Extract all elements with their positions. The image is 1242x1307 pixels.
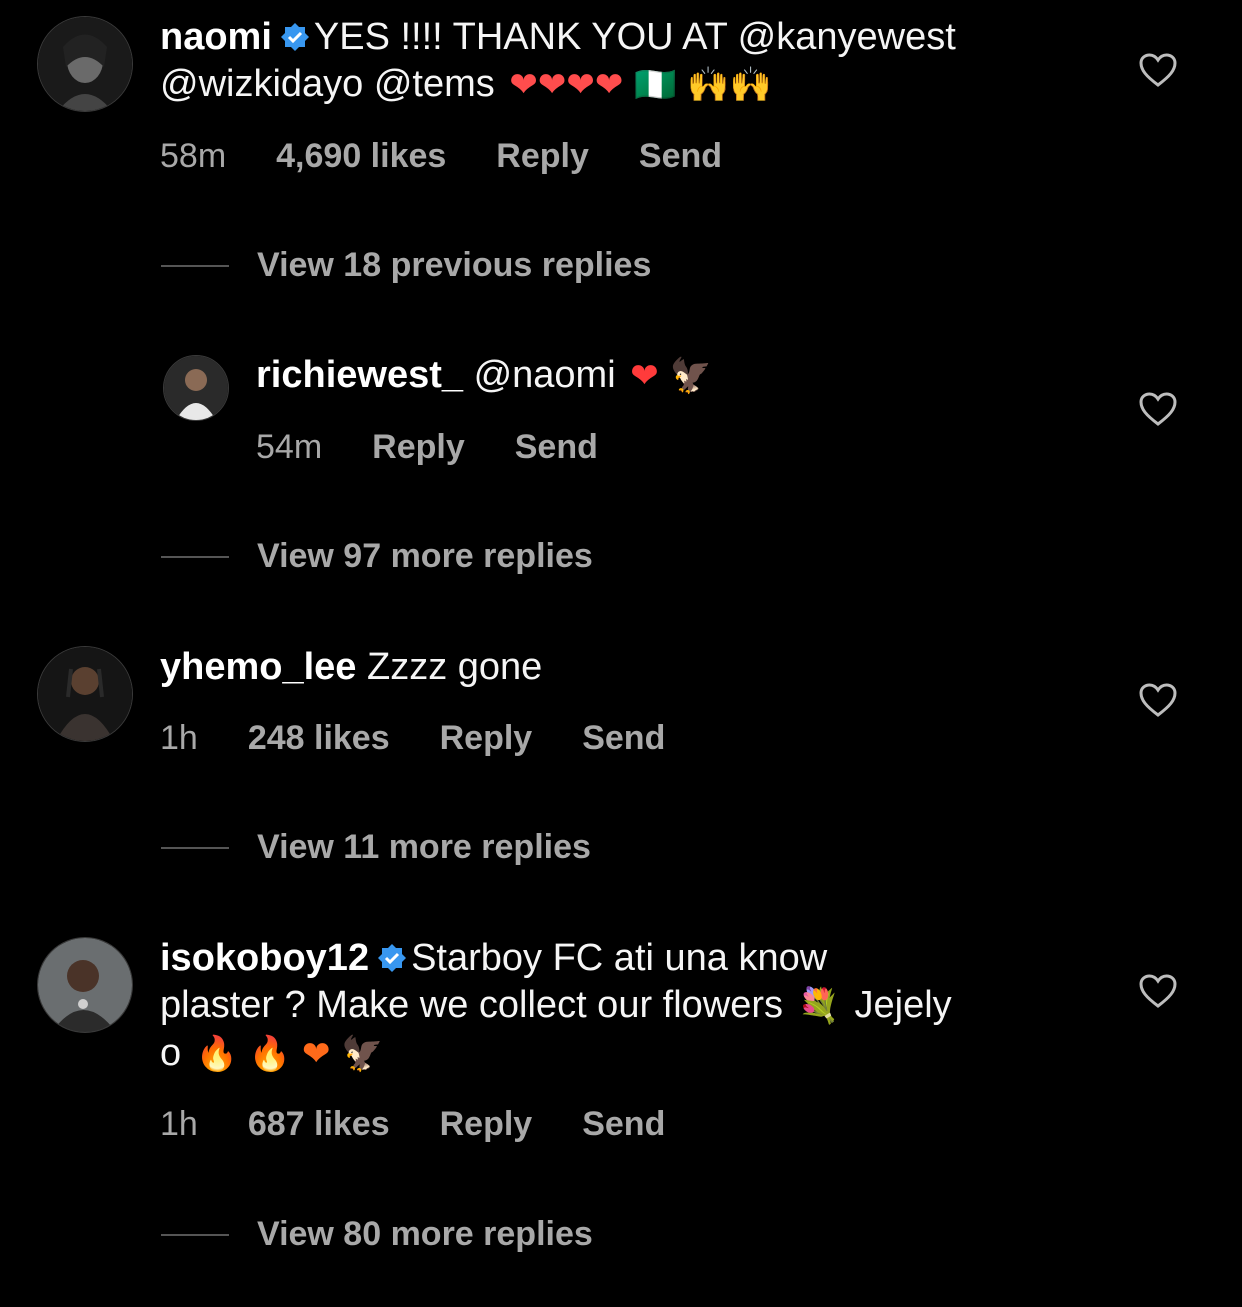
comment-body: yhemo_lee Zzzz gone — [160, 644, 542, 691]
send-button[interactable]: Send — [582, 1105, 665, 1144]
reply-button[interactable]: Reply — [440, 719, 533, 758]
send-button[interactable]: Send — [639, 137, 722, 176]
view-replies-label: View 80 more replies — [257, 1215, 593, 1253]
view-replies-button[interactable]: View 11 more replies — [161, 828, 591, 867]
comment-text: @naomi — [473, 354, 616, 396]
comment-meta: 58m 4,690 likes Reply Send — [160, 137, 722, 176]
view-replies-label: View 11 more replies — [257, 828, 591, 866]
like-heart-icon[interactable] — [1138, 682, 1178, 718]
comment-text: plaster ? Make we collect our flowers — [160, 984, 784, 1026]
comment-text: @wizkidayo @tems — [160, 63, 495, 105]
verified-badge-icon — [378, 944, 407, 972]
send-button[interactable]: Send — [515, 428, 598, 467]
comment-meta: 1h 687 likes Reply Send — [160, 1105, 665, 1144]
timestamp: 58m — [160, 137, 227, 175]
comment-text: Zzzz gone — [367, 646, 543, 688]
divider — [161, 264, 229, 267]
avatar[interactable] — [37, 16, 133, 112]
comment-body: richiewest_ @naomi ❤ 🦅 — [256, 352, 716, 400]
comment-text: Starboy FC ati una know — [411, 937, 828, 979]
avatar[interactable] — [37, 937, 133, 1033]
bouquet-emoji: 💐 — [797, 986, 840, 1026]
like-heart-icon[interactable] — [1138, 391, 1178, 427]
reply-button[interactable]: Reply — [440, 1105, 533, 1144]
timestamp: 1h — [160, 719, 198, 757]
comment-meta: 54m Reply Send — [256, 428, 598, 467]
likes-count[interactable]: 4,690 likes — [276, 137, 446, 176]
likes-count[interactable]: 248 likes — [248, 719, 390, 758]
like-heart-icon[interactable] — [1138, 973, 1178, 1009]
username[interactable]: richiewest_ — [256, 354, 463, 396]
reply-button[interactable]: Reply — [372, 428, 465, 467]
username[interactable]: yhemo_lee — [160, 646, 356, 688]
emoji-group: 🔥 🔥 ❤ 🦅 — [195, 1034, 384, 1074]
emoji-group: ❤ 🦅 — [630, 356, 712, 396]
reply-button[interactable]: Reply — [496, 137, 589, 176]
timestamp: 54m — [256, 428, 323, 466]
avatar[interactable] — [163, 355, 229, 421]
send-button[interactable]: Send — [582, 719, 665, 758]
comment-meta: 1h 248 likes Reply Send — [160, 719, 665, 758]
view-replies-button[interactable]: View 18 previous replies — [161, 246, 651, 285]
view-replies-button[interactable]: View 80 more replies — [161, 1215, 593, 1254]
likes-count[interactable]: 687 likes — [248, 1105, 390, 1144]
avatar[interactable] — [37, 646, 133, 742]
comment-body: isokoboy12 Starboy FC ati una know plaste… — [160, 935, 952, 1078]
view-replies-label: View 18 previous replies — [257, 246, 652, 284]
emoji-group: ❤❤❤❤ 🇳🇬 🙌🙌 — [509, 65, 772, 105]
verified-badge-icon — [280, 23, 309, 51]
divider — [161, 846, 229, 849]
divider — [161, 1233, 229, 1236]
username[interactable]: isokoboy12 — [160, 937, 369, 979]
like-heart-icon[interactable] — [1138, 52, 1178, 88]
comment-text: o — [160, 1032, 182, 1074]
view-replies-label: View 97 more replies — [257, 537, 593, 575]
username[interactable]: naomi — [160, 16, 272, 58]
comment-text: Jejely — [854, 984, 952, 1026]
divider — [161, 555, 229, 558]
comment-body: naomi YES !!!! THANK YOU AT @kanyewest @w… — [160, 14, 956, 109]
comment-text: YES !!!! THANK YOU AT @kanyewest — [313, 16, 956, 58]
timestamp: 1h — [160, 1105, 198, 1143]
view-replies-button[interactable]: View 97 more replies — [161, 537, 593, 576]
